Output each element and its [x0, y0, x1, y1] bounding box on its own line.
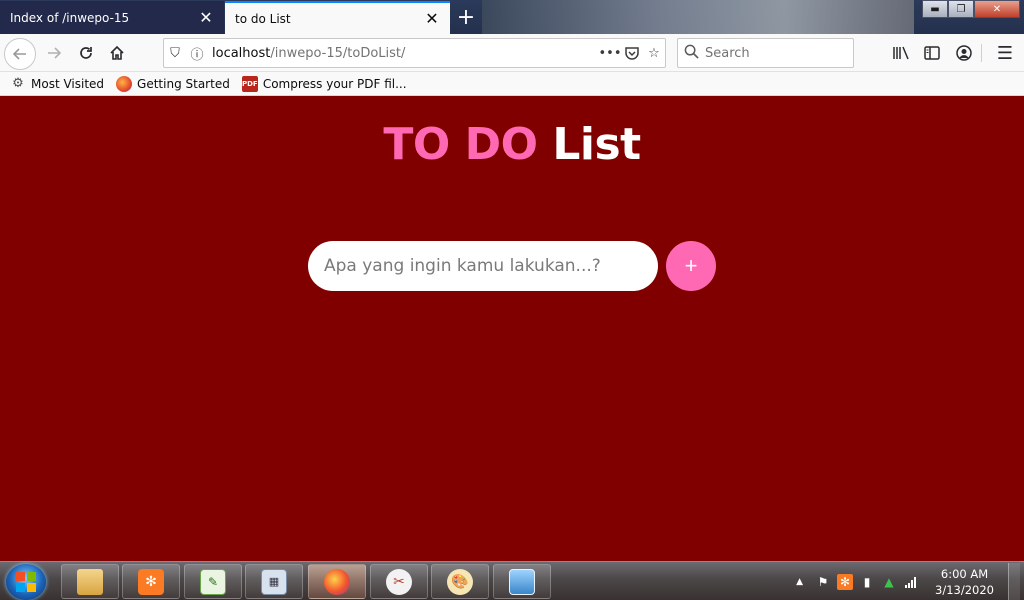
- minimize-button[interactable]: ▬: [922, 0, 948, 18]
- bookmark-getting-started[interactable]: Getting Started: [116, 75, 230, 92]
- tab-strip: Index of /inwepo-15 ✕ to do List ✕ + ▬ ❐…: [0, 0, 1024, 34]
- tab-label: to do List: [235, 11, 291, 26]
- desktop-background-strip: [482, 0, 914, 34]
- bookmark-label: Compress your PDF fil...: [262, 76, 407, 91]
- url-host: localhost: [212, 45, 271, 61]
- search-icon: [684, 44, 699, 63]
- action-center-flag-icon[interactable]: ⚑: [815, 574, 831, 590]
- add-todo-button[interactable]: +: [666, 241, 716, 291]
- power-icon[interactable]: ▮: [859, 574, 875, 590]
- picture-icon: [509, 568, 535, 595]
- close-tab-icon[interactable]: ✕: [198, 8, 214, 27]
- hamburger-menu-icon[interactable]: ☰: [991, 39, 1019, 67]
- home-icon: [110, 45, 124, 60]
- page-actions-icon[interactable]: •••: [599, 42, 622, 64]
- notepad-icon: ✎: [200, 568, 226, 595]
- clock-time: 6:00 AM: [940, 566, 989, 581]
- taskbar-paint[interactable]: 🎨: [431, 564, 489, 599]
- maximize-button[interactable]: ❐: [948, 0, 974, 18]
- tab-label: Index of /inwepo-15: [10, 10, 130, 25]
- taskbar-snipping-tool[interactable]: ✂: [370, 564, 428, 599]
- window-controls: ▬ ❐ ✕: [922, 0, 1020, 18]
- taskbar-firefox[interactable]: [308, 564, 366, 599]
- taskbar-explorer[interactable]: [61, 564, 119, 599]
- tab-to-do-list[interactable]: to do List ✕: [225, 1, 450, 34]
- page-title: TO DO List: [0, 119, 1024, 170]
- show-desktop-button[interactable]: [1008, 563, 1020, 600]
- start-button[interactable]: [6, 564, 46, 600]
- bookmark-label: Most Visited: [31, 76, 105, 91]
- taskbar-notepad-plus-plus[interactable]: ✎: [184, 564, 242, 599]
- library-icon[interactable]: [887, 39, 915, 67]
- reload-icon: [80, 47, 92, 59]
- taskbar-xampp[interactable]: ✻: [122, 564, 180, 599]
- url-path: /inwepo-15/toDoList/: [270, 45, 406, 61]
- windows-logo-icon: [16, 572, 36, 592]
- toolbar-separator: [981, 44, 982, 62]
- page-title-rest: List: [552, 119, 641, 170]
- page-title-accent: TO DO: [383, 119, 538, 170]
- signal-bars-icon[interactable]: [903, 574, 919, 590]
- gear-icon: ⚙: [12, 76, 24, 91]
- pdf-icon: PDF: [241, 75, 258, 92]
- sidebar-toggle-icon[interactable]: [918, 39, 946, 67]
- back-button[interactable]: [4, 38, 36, 70]
- site-info-icon[interactable]: ⓘ: [186, 42, 208, 64]
- address-bar[interactable]: ⛉ ⓘ localhost/inwepo-15/toDoList/ ••• ☆: [163, 38, 666, 68]
- xampp-icon: ✻: [138, 568, 164, 595]
- bookmarks-toolbar: ⚙ Most Visited Getting Started PDF Compr…: [0, 72, 1024, 96]
- firefox-icon: [324, 568, 350, 595]
- back-arrow-icon: [12, 48, 26, 60]
- bookmark-label: Getting Started: [137, 76, 230, 91]
- todo-page: TO DO List +: [0, 97, 1024, 561]
- calculator-icon: ▦: [261, 568, 287, 595]
- account-icon[interactable]: [950, 39, 978, 67]
- folder-icon: [77, 568, 103, 595]
- tracking-shield-icon[interactable]: ⛉: [164, 42, 186, 64]
- pocket-icon[interactable]: [621, 42, 643, 64]
- tab-index-of-inwepo[interactable]: Index of /inwepo-15 ✕: [0, 1, 224, 34]
- navigation-toolbar: ⛉ ⓘ localhost/inwepo-15/toDoList/ ••• ☆ …: [0, 34, 1024, 72]
- taskbar: ✻ ✎ ▦ ✂ 🎨 ▲ ⚑ ✻ ▮ ▲ 6:00 AM 3/13/2020: [0, 561, 1024, 600]
- taskbar-photo-viewer[interactable]: [493, 564, 551, 599]
- forward-arrow-icon: [48, 47, 62, 59]
- search-placeholder: Search: [705, 45, 750, 61]
- firefox-icon: [116, 75, 133, 92]
- xampp-tray-icon[interactable]: ✻: [837, 573, 854, 590]
- scissors-icon: ✂: [386, 568, 412, 595]
- bookmark-compress-pdf[interactable]: PDF Compress your PDF fil...: [241, 75, 407, 92]
- system-clock[interactable]: 6:00 AM 3/13/2020: [935, 566, 994, 598]
- search-bar[interactable]: Search: [677, 38, 854, 68]
- new-tab-button[interactable]: +: [452, 3, 480, 31]
- todo-input[interactable]: [308, 241, 658, 291]
- close-tab-icon[interactable]: ✕: [424, 9, 440, 28]
- palette-icon: 🎨: [447, 568, 473, 595]
- close-window-button[interactable]: ✕: [974, 0, 1020, 18]
- taskbar-calculator[interactable]: ▦: [245, 564, 303, 599]
- bookmark-star-icon[interactable]: ☆: [643, 42, 665, 64]
- reload-button[interactable]: [72, 39, 100, 67]
- bookmark-most-visited[interactable]: ⚙ Most Visited: [10, 76, 104, 92]
- show-hidden-icons-icon[interactable]: ▲: [796, 577, 803, 587]
- clock-date: 3/13/2020: [935, 582, 994, 597]
- system-tray: ▲ ⚑ ✻ ▮ ▲ 6:00 AM 3/13/2020: [796, 562, 1024, 600]
- home-button[interactable]: [103, 39, 131, 67]
- forward-button[interactable]: [40, 39, 68, 67]
- network-icon[interactable]: ▲: [881, 574, 897, 590]
